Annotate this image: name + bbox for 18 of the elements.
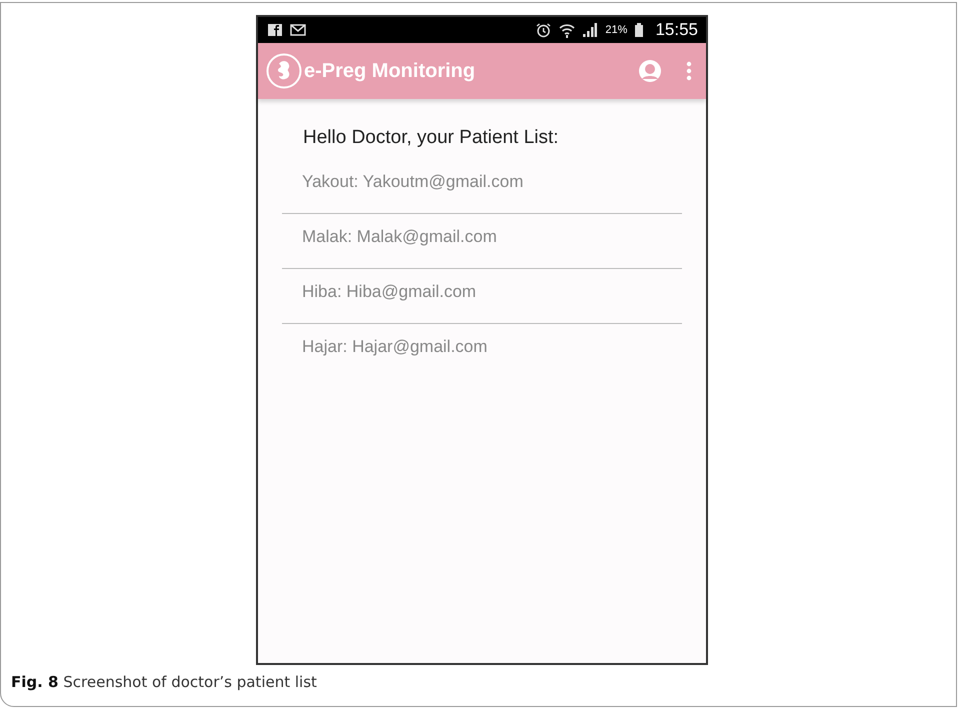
clock-time: 15:55 — [655, 20, 698, 40]
signal-icon — [583, 23, 598, 37]
patient-item[interactable]: Malak: Malak@gmail.com — [282, 214, 682, 269]
app-logo-icon — [266, 53, 302, 89]
app-title: e-Preg Monitoring — [304, 60, 476, 82]
wifi-icon — [559, 22, 576, 38]
alarm-icon — [536, 22, 552, 38]
patient-item[interactable]: Hajar: Hajar@gmail.com — [282, 324, 682, 378]
battery-percentage: 21% — [605, 24, 628, 36]
battery-icon — [635, 23, 644, 37]
profile-icon[interactable] — [638, 59, 662, 83]
mail-icon — [290, 24, 306, 36]
patient-item[interactable]: Hiba: Hiba@gmail.com — [282, 269, 682, 324]
figure-caption: Fig. 8 Screenshot of doctor’s patient list — [11, 673, 317, 691]
list-heading: Hello Doctor, your Patient List: — [303, 127, 560, 149]
facebook-icon — [268, 24, 282, 36]
patient-item[interactable]: Yakout: Yakoutm@gmail.com — [282, 159, 682, 214]
overflow-menu-icon[interactable] — [686, 61, 692, 81]
